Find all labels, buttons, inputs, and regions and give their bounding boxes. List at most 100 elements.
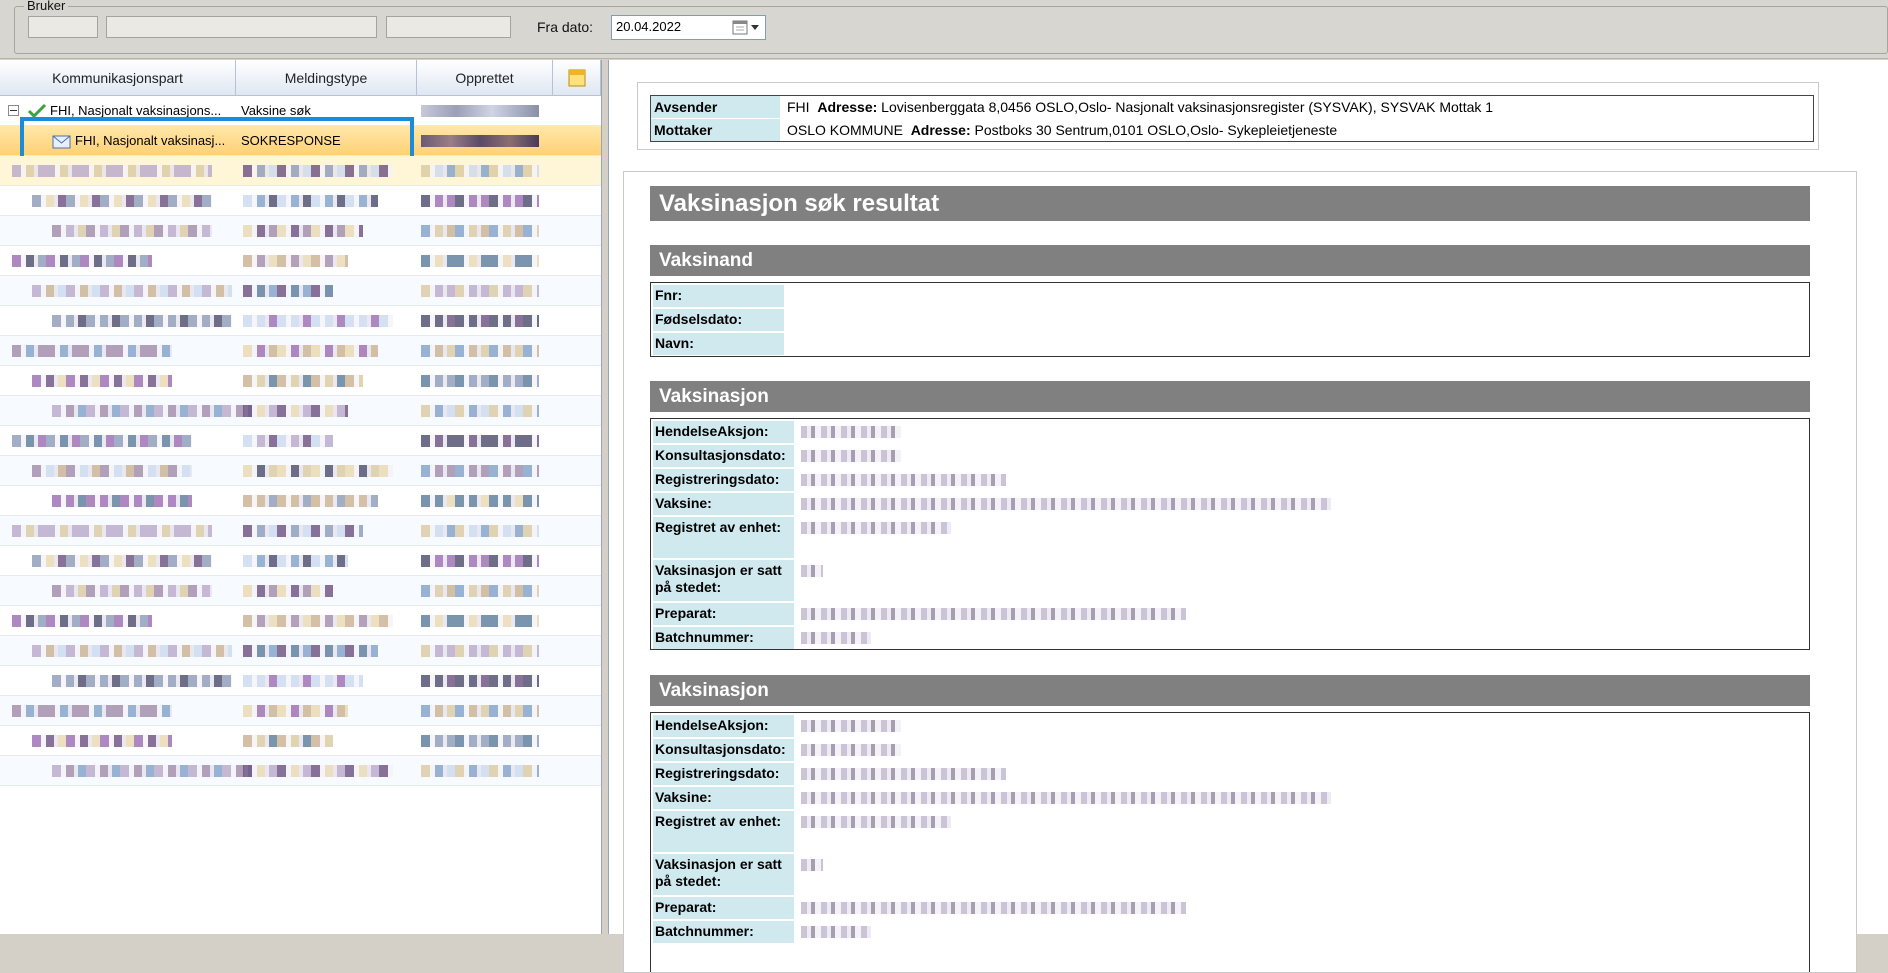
batch-value-obscured xyxy=(801,632,871,644)
obscured-cell xyxy=(12,165,212,177)
obscured-cell xyxy=(12,345,172,357)
column-header-opprettet[interactable]: Opprettet xyxy=(417,60,553,96)
fra-dato-input[interactable]: 20.04.2022 xyxy=(611,15,766,40)
vaksinasjon-1-box: HendelseAksjon: Konsultasjonsdato: Registr… xyxy=(650,418,1810,650)
registrert-av-label: Registret av enhet: xyxy=(653,517,794,558)
obscured-cell xyxy=(243,375,363,387)
obscured-cell xyxy=(243,435,333,447)
table-row[interactable] xyxy=(0,516,601,546)
obscured-cell xyxy=(243,405,348,417)
vaksinand-box: Fnr: Fødselsdato: Navn: xyxy=(650,282,1810,357)
batch-value-obscured xyxy=(801,926,871,938)
sender-receiver-table: Avsender FHI Adresse: Lovisenberggata 8,… xyxy=(650,95,1814,142)
table-row[interactable] xyxy=(0,666,601,696)
obscured-cell xyxy=(12,435,192,447)
vaksine-label: Vaksine: xyxy=(653,493,794,515)
obscured-cell xyxy=(12,525,212,537)
table-row[interactable] xyxy=(0,756,601,786)
table-row[interactable] xyxy=(0,396,601,426)
table-row[interactable] xyxy=(0,366,601,396)
table-row[interactable] xyxy=(0,546,601,576)
vaksinasjon-2-box: HendelseAksjon: Konsultasjonsdato: Registr… xyxy=(650,712,1810,972)
registrering-value-obscured xyxy=(801,474,1006,486)
konsultasjon-value-obscured xyxy=(801,744,901,756)
obscured-cell xyxy=(52,225,212,237)
obscured-cell xyxy=(52,585,212,597)
table-row[interactable] xyxy=(0,636,601,666)
obscured-cell xyxy=(421,405,539,417)
obscured-cell xyxy=(243,315,393,327)
bruker-group-title: Bruker xyxy=(24,0,69,13)
obscured-cell xyxy=(243,345,378,357)
obscured-cell xyxy=(243,495,378,507)
obscured-cell xyxy=(421,375,539,387)
obscured-cell xyxy=(52,405,252,417)
obscured-cell xyxy=(243,705,348,717)
obscured-cell xyxy=(243,615,393,627)
obscured-cell xyxy=(421,555,539,567)
bruker-field-3[interactable] xyxy=(386,16,511,38)
table-row[interactable] xyxy=(0,726,601,756)
avsender-value: FHI Adresse: Lovisenberggata 8,0456 OSLO… xyxy=(787,99,1494,115)
avsender-row: Avsender FHI Adresse: Lovisenberggata 8,… xyxy=(651,96,1813,118)
obscured-cell xyxy=(421,465,539,477)
section-vaksinand: Vaksinand xyxy=(650,245,1810,276)
obscured-cell xyxy=(421,765,539,777)
mottaker-row: Mottaker OSLO KOMMUNE Adresse: Postboks … xyxy=(651,119,1813,141)
obscured-cell xyxy=(32,285,232,297)
konsultasjon-label: Konsultasjonsdato: xyxy=(653,445,794,467)
bruker-field-1[interactable] xyxy=(28,16,98,38)
message-detail-panel: Avsender FHI Adresse: Lovisenberggata 8,… xyxy=(608,60,1888,973)
calendar-icon xyxy=(732,20,759,35)
konsultasjon-label: Konsultasjonsdato: xyxy=(653,739,794,761)
section-vaksinasjon-2: Vaksinasjon xyxy=(650,675,1810,706)
obscured-cell xyxy=(52,675,232,687)
table-row[interactable] xyxy=(0,456,601,486)
table-row[interactable] xyxy=(0,216,601,246)
table-row[interactable] xyxy=(0,696,601,726)
satt-value-obscured xyxy=(801,859,823,871)
table-row[interactable] xyxy=(0,246,601,276)
column-chooser-button[interactable] xyxy=(553,60,601,96)
hendelse-label: HendelseAksjon: xyxy=(653,715,794,737)
registrering-value-obscured xyxy=(801,768,1006,780)
collapse-minus-icon[interactable] xyxy=(8,105,19,116)
table-row[interactable] xyxy=(0,276,601,306)
obscured-cell xyxy=(52,765,252,777)
table-row[interactable] xyxy=(0,156,601,186)
table-row[interactable] xyxy=(0,426,601,456)
registrering-label: Registreringsdato: xyxy=(653,763,794,785)
obscured-cell xyxy=(243,165,393,177)
obscured-cell xyxy=(32,195,212,207)
navn-label: Navn: xyxy=(653,333,784,355)
table-row[interactable] xyxy=(0,606,601,636)
obscured-cell xyxy=(421,195,539,207)
table-row[interactable] xyxy=(0,576,601,606)
dropdown-arrow-icon xyxy=(751,25,759,30)
obscured-cell xyxy=(421,435,539,447)
table-row[interactable] xyxy=(0,336,601,366)
table-row[interactable] xyxy=(0,486,601,516)
bruker-field-2[interactable] xyxy=(106,16,377,38)
calendar-dropdown-button[interactable] xyxy=(731,18,763,37)
preparat-value-obscured xyxy=(801,608,1186,620)
vaksine-label: Vaksine: xyxy=(653,787,794,809)
table-row[interactable] xyxy=(0,306,601,336)
obscured-cell xyxy=(32,555,212,567)
result-document: Vaksinasjon søk resultat Vaksinand Fnr: … xyxy=(623,171,1857,973)
avsender-label: Avsender xyxy=(651,96,780,118)
column-header-kommunikasjonspart[interactable]: Kommunikasjonspart xyxy=(0,60,236,96)
obscured-cell xyxy=(12,255,152,267)
obscured-cell xyxy=(421,315,539,327)
column-header-meldingstype[interactable]: Meldingstype xyxy=(236,60,417,96)
obscured-cell xyxy=(421,675,539,687)
table-row[interactable] xyxy=(0,186,601,216)
satt-label: Vaksinasjon er satt på stedet: xyxy=(653,560,794,601)
fra-dato-value: 20.04.2022 xyxy=(616,19,682,34)
hendelse-value-obscured xyxy=(801,720,901,732)
obscured-cell xyxy=(243,525,363,537)
obscured-cell xyxy=(243,585,333,597)
preparat-value-obscured xyxy=(801,902,1186,914)
filter-bar: Bruker Fra dato: 20.04.2022 xyxy=(0,0,1888,59)
registrering-label: Registreringsdato: xyxy=(653,469,794,491)
